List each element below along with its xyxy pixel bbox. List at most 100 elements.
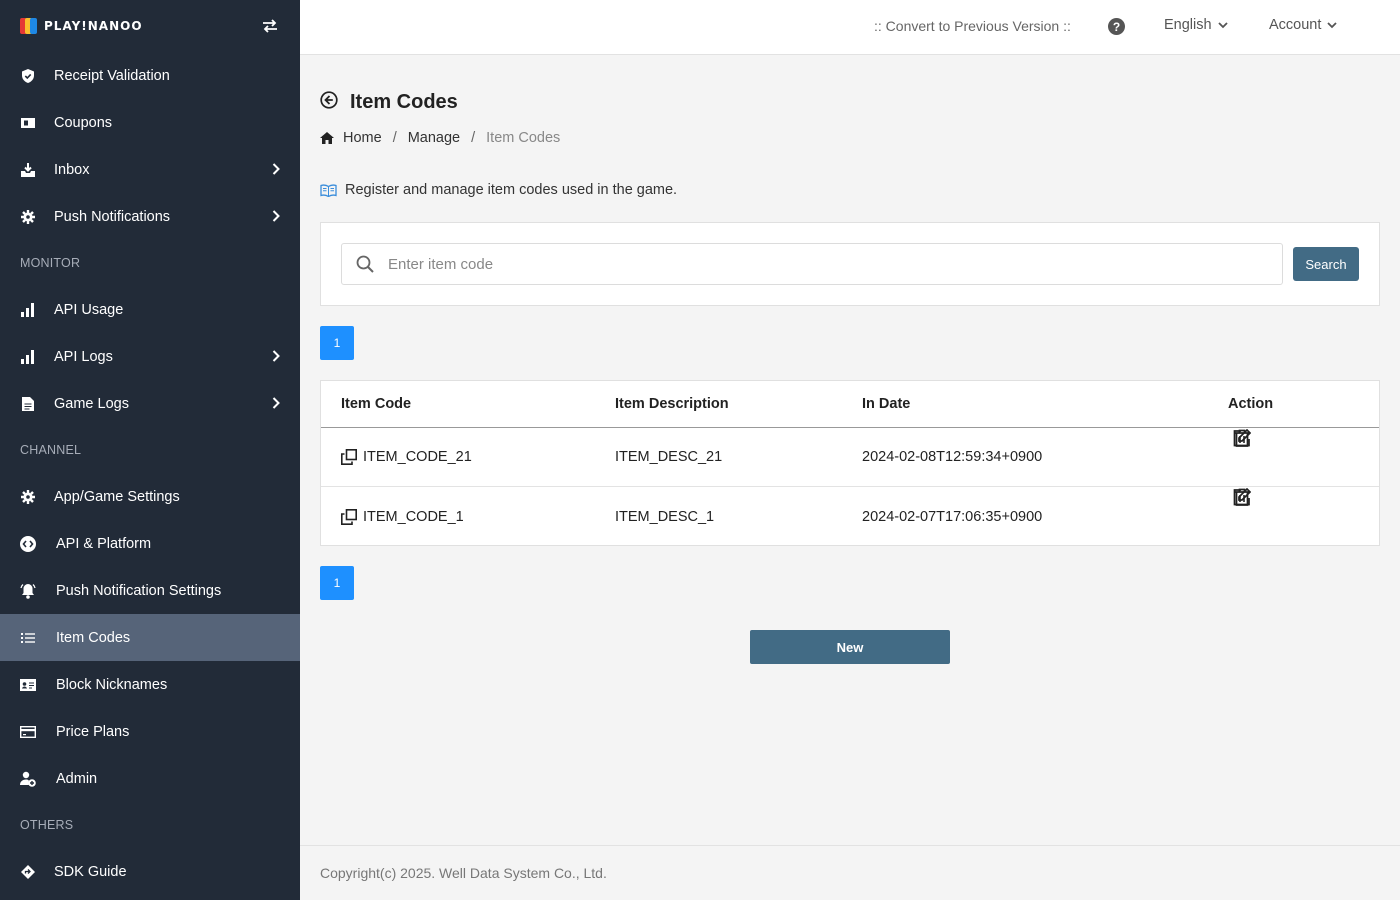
footer: Copyright(c) 2025. Well Data System Co.,… <box>300 845 1400 900</box>
search-card: Search <box>320 222 1380 306</box>
column-header-in-date: In Date <box>862 396 911 412</box>
sidebar-item-api-logs[interactable]: API Logs <box>0 333 300 380</box>
sidebar-item-price-plans[interactable]: Price Plans <box>0 708 300 755</box>
language-dropdown[interactable]: English <box>1164 17 1228 33</box>
description-text: Register and manage item codes used in t… <box>345 182 678 198</box>
item-code-cell: ITEM_CODE_21 <box>341 428 472 486</box>
item-code-cell: ITEM_CODE_1 <box>341 487 464 546</box>
shield-check-icon <box>20 68 36 84</box>
page-title-row: Item Codes <box>320 91 458 114</box>
sidebar-item-receipt-validation[interactable]: Receipt Validation <box>0 52 300 99</box>
chevron-right-icon <box>272 210 280 226</box>
code-circle-icon <box>20 535 36 552</box>
chevron-down-icon <box>1217 17 1228 33</box>
item-code-search-input[interactable] <box>388 244 1282 284</box>
sidebar-item-sdk-guide[interactable]: SDK Guide <box>0 848 300 895</box>
sidebar-section-monitor: MONITOR <box>20 256 81 270</box>
sidebar-item-app-game-settings[interactable]: App/Game Settings <box>0 473 300 520</box>
table-row: ITEM_CODE_1 ITEM_DESC_1 2024-02-07T17:06… <box>321 487 1379 546</box>
main-content: Item Codes Home / Manage / Item Codes Re… <box>300 55 1400 845</box>
column-header-item-code: Item Code <box>341 396 412 412</box>
sidebar-section-channel: CHANNEL <box>20 443 82 457</box>
back-arrow-icon[interactable] <box>320 91 338 114</box>
account-label: Account <box>1269 17 1322 33</box>
new-item-code-button[interactable]: New <box>750 630 950 664</box>
breadcrumb-home-link[interactable]: Home <box>343 130 382 146</box>
bar-chart-icon <box>20 349 36 365</box>
table-row: ITEM_CODE_21 ITEM_DESC_21 2024-02-08T12:… <box>321 428 1379 487</box>
page-description: Register and manage item codes used in t… <box>320 182 677 198</box>
sidebar-item-label: Admin <box>56 770 98 787</box>
copy-icon[interactable] <box>341 449 357 465</box>
sidebar-item-push-notification-settings[interactable]: Push Notification Settings <box>0 567 300 614</box>
sidebar-item-push-notifications[interactable]: Push Notifications <box>0 193 300 240</box>
id-card-icon <box>20 677 36 693</box>
account-dropdown[interactable]: Account <box>1269 17 1338 33</box>
swap-arrows-icon[interactable] <box>260 16 280 36</box>
sidebar-item-api-platform[interactable]: API & Platform <box>0 520 300 567</box>
breadcrumb-separator: / <box>392 130 397 146</box>
open-book-icon <box>320 183 337 197</box>
sidebar-item-label: SDK Guide <box>54 863 127 880</box>
pagination-page-top[interactable]: 1 <box>320 326 354 360</box>
home-icon <box>320 132 334 144</box>
sidebar-item-api-usage[interactable]: API Usage <box>0 286 300 333</box>
sidebar-item-label: Push Notifications <box>54 208 171 225</box>
sidebar-item-label: API Usage <box>54 301 124 318</box>
top-header: :: Convert to Previous Version :: ? Engl… <box>300 0 1400 55</box>
sidebar-item-label: App/Game Settings <box>54 488 180 505</box>
gear-icon <box>20 489 36 505</box>
bell-ring-icon <box>20 583 36 599</box>
in-date-cell: 2024-02-07T17:06:35+0900 <box>862 508 1043 525</box>
logo-mark-icon <box>20 18 38 34</box>
item-code-value: ITEM_CODE_1 <box>363 508 464 525</box>
sidebar-item-label: Game Logs <box>54 395 129 412</box>
in-date-cell: 2024-02-08T12:59:34+0900 <box>862 449 1043 465</box>
sidebar-item-item-codes[interactable]: Item Codes <box>0 614 300 661</box>
sidebar-item-admin[interactable]: Admin <box>0 755 300 802</box>
brand-logo[interactable]: PLAY!NANOO <box>20 18 143 34</box>
document-icon <box>20 396 36 412</box>
delete-icon[interactable] <box>1232 487 1251 506</box>
sidebar-item-label: Item Codes <box>56 629 131 646</box>
table-header-row: Item Code Item Description In Date Actio… <box>321 381 1379 428</box>
language-label: English <box>1164 17 1212 33</box>
delete-icon[interactable] <box>1232 428 1251 447</box>
sidebar: PLAY!NANOO Receipt Validation Coupons In… <box>0 0 300 900</box>
copyright-text: Copyright(c) 2025. Well Data System Co.,… <box>320 865 607 881</box>
search-icon <box>342 255 388 273</box>
inbox-download-icon <box>20 162 36 178</box>
help-icon[interactable]: ? <box>1108 18 1125 35</box>
chevron-right-icon <box>272 350 280 366</box>
diamond-arrow-icon <box>20 864 36 880</box>
sidebar-item-label: Inbox <box>54 161 90 178</box>
search-button[interactable]: Search <box>1293 247 1359 281</box>
convert-previous-version-link[interactable]: :: Convert to Previous Version :: <box>874 18 1071 34</box>
sidebar-item-coupons[interactable]: Coupons <box>0 99 300 146</box>
credit-card-icon <box>20 724 36 740</box>
item-description-cell: ITEM_DESC_21 <box>615 449 723 465</box>
user-plus-icon <box>20 771 36 787</box>
sidebar-item-label: Coupons <box>54 114 113 131</box>
copy-icon[interactable] <box>341 508 357 525</box>
gear-icon <box>20 209 36 225</box>
item-codes-table: Item Code Item Description In Date Actio… <box>320 380 1380 546</box>
item-description-cell: ITEM_DESC_1 <box>615 508 715 525</box>
breadcrumb-manage-link[interactable]: Manage <box>408 130 460 146</box>
logo-bar: PLAY!NANOO <box>0 0 300 52</box>
chevron-right-icon <box>272 163 280 179</box>
sidebar-item-label: API & Platform <box>56 535 152 552</box>
sidebar-item-game-logs[interactable]: Game Logs <box>0 380 300 427</box>
sidebar-item-inbox[interactable]: Inbox <box>0 146 300 193</box>
sidebar-section-others: OTHERS <box>20 818 74 832</box>
column-header-action: Action <box>1228 396 1274 412</box>
sidebar-item-block-nicknames[interactable]: Block Nicknames <box>0 661 300 708</box>
breadcrumb: Home / Manage / Item Codes <box>320 130 560 146</box>
sidebar-item-label: Push Notification Settings <box>56 582 222 599</box>
page-title: Item Codes <box>350 91 458 113</box>
column-header-item-description: Item Description <box>615 396 729 412</box>
breadcrumb-current: Item Codes <box>486 130 561 146</box>
sidebar-item-label: API Logs <box>54 348 113 365</box>
pagination-page-bottom[interactable]: 1 <box>320 566 354 600</box>
breadcrumb-separator: / <box>471 130 476 146</box>
